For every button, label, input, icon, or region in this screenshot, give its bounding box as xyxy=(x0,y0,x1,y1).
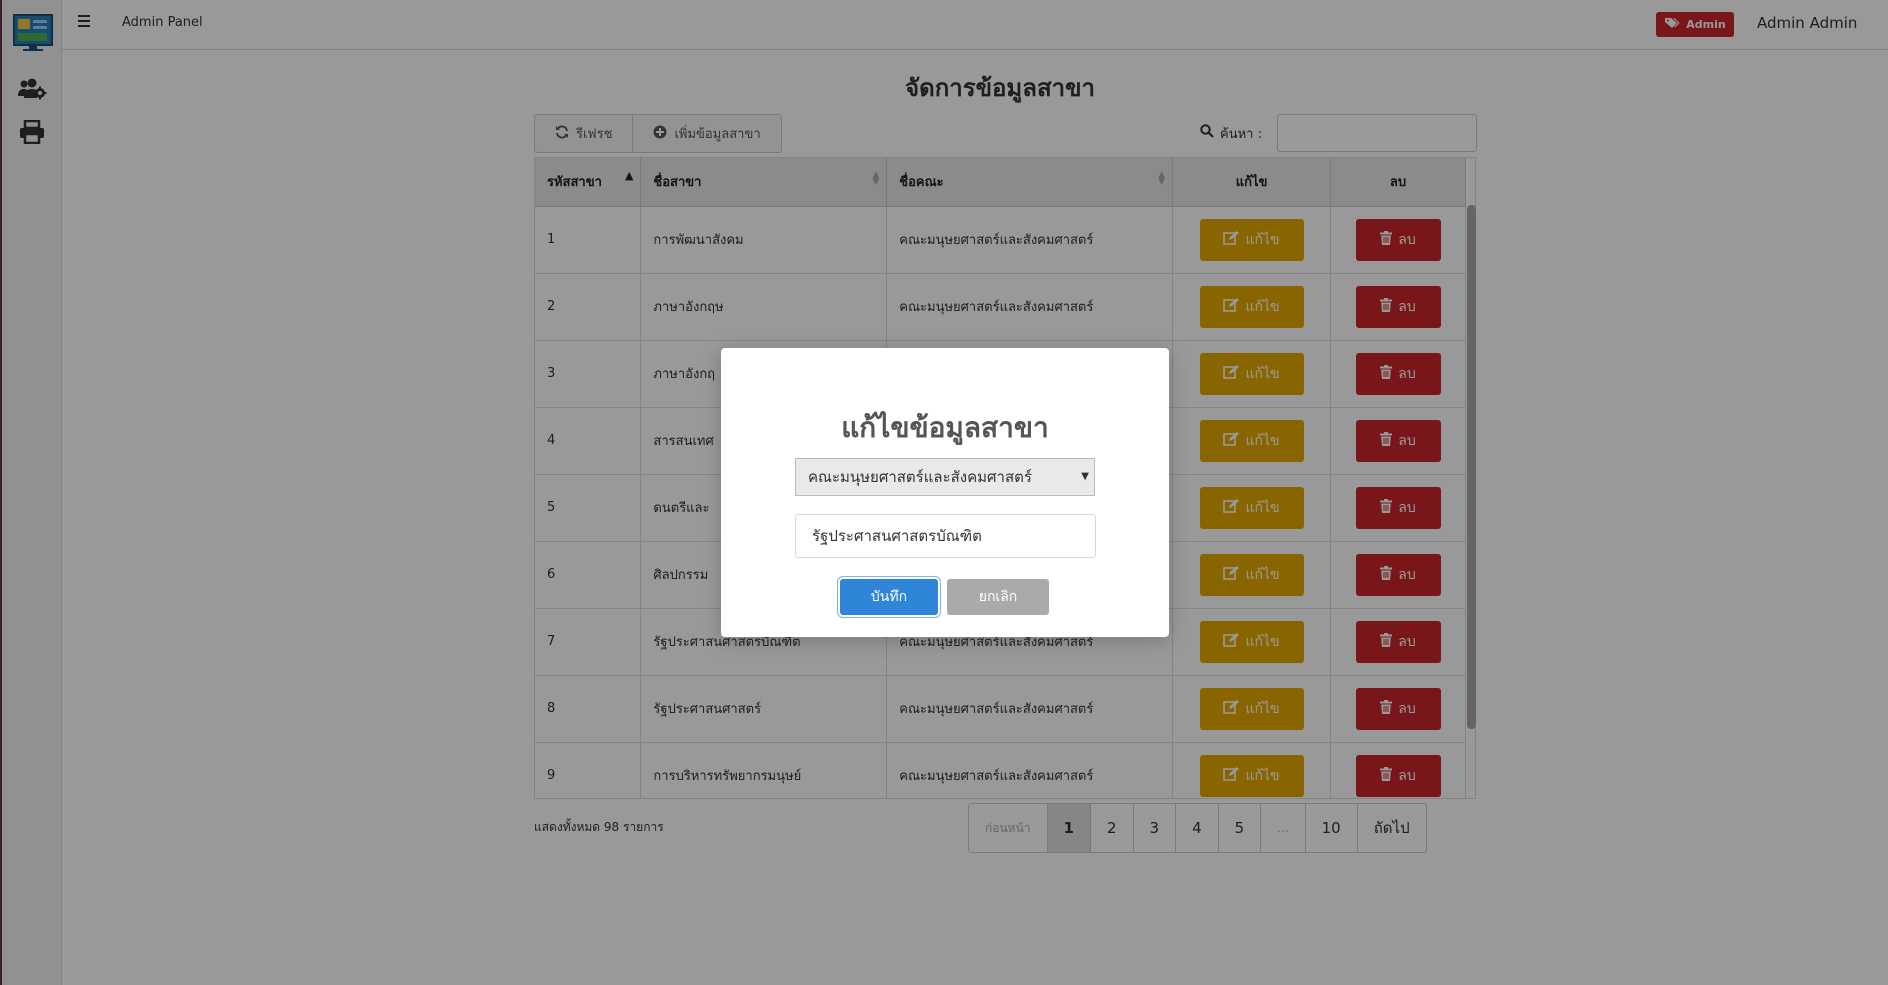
edit-branch-modal: แก้ไขข้อมูลสาขา คณะมนุษยศาสตร์และสังคมศา… xyxy=(721,348,1169,637)
faculty-select-value: คณะมนุษยศาสตร์และสังคมศาสตร์ xyxy=(808,468,1032,486)
save-button[interactable]: บันทึก xyxy=(840,579,938,615)
dropdown-arrow-icon: ▼ xyxy=(1081,471,1089,482)
branch-name-input[interactable]: รัฐประศาสนศาสตรบัณฑิต xyxy=(795,514,1096,558)
cancel-button[interactable]: ยกเลิก xyxy=(947,579,1049,615)
modal-title: แก้ไขข้อมูลสาขา xyxy=(841,411,1049,444)
faculty-select[interactable]: คณะมนุษยศาสตร์และสังคมศาสตร์ ▼ xyxy=(795,458,1095,496)
